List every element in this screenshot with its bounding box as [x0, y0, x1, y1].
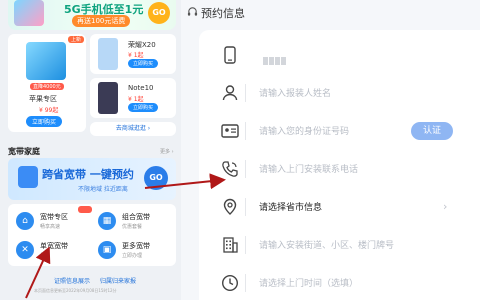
product-image: [26, 42, 66, 80]
broadband-grid: ⌂ 宽带专区 畅享高速 ▦ 组合宽带 优惠套餐 ✕ 单宽宽带 月付 ▣ 更多宽带…: [8, 204, 176, 266]
featured-product-card[interactable]: 上新 直降4000元 苹果专区 ¥ 99起 立即购买: [8, 34, 86, 132]
promo-banner[interactable]: 5G手机低至1元 再送100元话费 GO: [8, 0, 176, 30]
section-more-link[interactable]: 更多 ›: [160, 148, 174, 155]
broadband-icon: [18, 166, 38, 188]
time-row[interactable]: 请选择上门时间（选填）: [199, 264, 480, 300]
headset-icon: [187, 7, 198, 16]
product-card[interactable]: Note10 ¥ 1起 立即购买: [90, 78, 176, 118]
promo-go-button[interactable]: GO: [148, 2, 170, 24]
buy-button[interactable]: 立即购买: [128, 103, 159, 112]
right-panel: 预约信息 请输入报装人姓名 请输入您的身份证号码 认证 请输入上门安装联系电话 …: [181, 0, 480, 300]
time-input[interactable]: 请选择上门时间（选填）: [259, 276, 358, 289]
divider: [245, 122, 246, 140]
region-select[interactable]: 请选择省市信息: [259, 200, 322, 213]
product-price: ¥ 1起: [128, 52, 144, 59]
broadband-banner[interactable]: 跨省宽带 一键预约 不限地域 拉近距离 GO: [8, 158, 176, 200]
product-image: [98, 82, 118, 114]
grid-item-title: 更多宽带: [122, 242, 150, 250]
region-row[interactable]: 请选择省市信息 ›: [199, 188, 480, 226]
divider: [245, 160, 246, 178]
id-input[interactable]: 请输入您的身份证号码: [259, 124, 349, 137]
clock-icon: [221, 274, 239, 292]
name-input[interactable]: 请输入报装人姓名: [259, 86, 331, 99]
tools-icon: ✕: [16, 241, 34, 259]
product-name: Note10: [128, 84, 154, 92]
id-card-icon: [221, 124, 239, 138]
promo-subtitle: 再送100元话费: [72, 15, 131, 27]
page-title: 预约信息: [201, 7, 245, 20]
product-price: ¥ 1起: [128, 96, 144, 103]
grid-item-sub: 畅享高速: [40, 224, 61, 230]
location-icon: [223, 198, 237, 215]
grid-item-bundle[interactable]: ▦ 组合宽带 优惠套餐: [94, 208, 174, 236]
footer-links: 证照信息展示 归属归来家报: [54, 276, 144, 285]
name-row[interactable]: 请输入报装人姓名: [199, 74, 480, 112]
phone-row: [199, 36, 480, 74]
update-time: 本页面信息更新至2022年09月08日15时12分: [34, 288, 117, 293]
divider: [245, 274, 246, 292]
call-icon: [222, 161, 238, 177]
divider: [245, 236, 246, 254]
building-icon: [223, 237, 238, 253]
grid-item-zone[interactable]: ⌂ 宽带专区 畅享高速: [12, 206, 92, 236]
broadband-title: 跨省宽带 一键预约: [42, 168, 134, 181]
buy-button[interactable]: 立即购买: [128, 59, 159, 68]
grid-item-title: 单宽宽带: [40, 242, 68, 250]
left-panel: 5G手机低至1元 再送100元话费 GO 上新 直降4000元 苹果专区 ¥ 9…: [0, 0, 181, 300]
license-link[interactable]: 证照信息展示: [54, 278, 90, 285]
product-price: ¥ 99起: [39, 107, 59, 114]
new-tag: 上新: [67, 36, 84, 43]
grid-item-title: 组合宽带: [122, 213, 150, 221]
bundle-icon: ▦: [98, 212, 116, 230]
masked-phone: [263, 50, 287, 65]
divider: [245, 198, 246, 216]
discount-tag: 直降4000元: [30, 83, 64, 90]
product-name: 苹果专区: [29, 95, 57, 103]
house-icon: ⌂: [16, 212, 34, 230]
home-link[interactable]: 归属归来家报: [100, 278, 136, 285]
grid-icon: ▣: [98, 241, 116, 259]
chevron-right-icon: ›: [443, 200, 448, 213]
verify-button[interactable]: 认证: [411, 122, 453, 140]
hot-badge: [78, 206, 92, 213]
contact-phone-input[interactable]: 请输入上门安装联系电话: [259, 162, 358, 175]
user-icon: [222, 85, 238, 101]
grid-item-sub: 月付: [40, 253, 51, 259]
buy-button[interactable]: 立即购买: [26, 116, 63, 127]
phone-promo-image: [14, 0, 44, 26]
more-shop-link[interactable]: 去商城逛逛 ›: [90, 122, 176, 136]
grid-item-single[interactable]: ✕ 单宽宽带 月付: [12, 237, 92, 265]
contact-row[interactable]: 请输入上门安装联系电话: [199, 150, 480, 188]
grid-item-sub: 优惠套餐: [122, 224, 143, 230]
grid-item-title: 宽带专区: [40, 213, 68, 221]
address-row[interactable]: 请输入安装街道、小区、楼门牌号: [199, 226, 480, 264]
phone-icon: [224, 46, 236, 64]
id-row[interactable]: 请输入您的身份证号码 认证: [199, 112, 480, 150]
product-image: [98, 38, 118, 70]
grid-item-sub: 立即办理: [122, 253, 143, 259]
divider: [245, 84, 246, 102]
booking-form: 请输入报装人姓名 请输入您的身份证号码 认证 请输入上门安装联系电话 请选择省市…: [199, 30, 480, 300]
broadband-go-button[interactable]: GO: [144, 166, 168, 190]
address-input[interactable]: 请输入安装街道、小区、楼门牌号: [259, 238, 394, 251]
product-card[interactable]: 荣耀X20 ¥ 1起 立即购买: [90, 34, 176, 74]
broadband-subtitle: 不限地域 拉近距离: [78, 186, 128, 193]
product-name: 荣耀X20: [128, 41, 156, 49]
section-title: 宽带家庭: [8, 147, 40, 156]
grid-item-more[interactable]: ▣ 更多宽带 立即办理: [94, 237, 174, 265]
